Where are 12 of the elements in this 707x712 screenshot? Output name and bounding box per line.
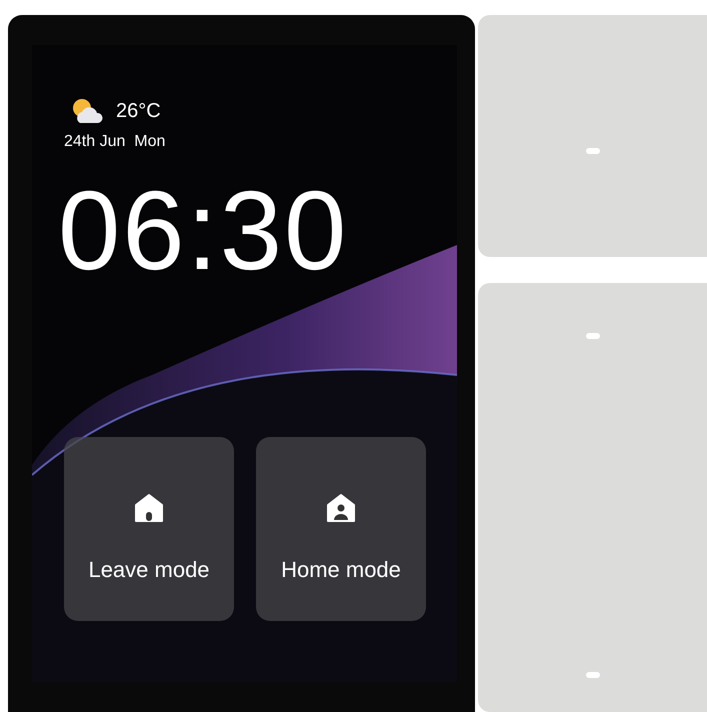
clock-time: 06:30: [58, 175, 350, 287]
switch-key[interactable]: [478, 15, 707, 257]
switch-key[interactable]: [478, 282, 707, 712]
indicator-light: [586, 332, 600, 339]
indicator-light: [586, 148, 600, 154]
mode-button[interactable]: Home mode: [256, 437, 426, 621]
house-icon: [134, 493, 164, 523]
temperature: 26°C: [116, 100, 161, 122]
house-person-icon: [326, 493, 356, 523]
mode-button[interactable]: Leave mode: [64, 437, 234, 621]
date-text: 24th Jun Mon: [64, 133, 166, 151]
indicator-light: [586, 672, 600, 678]
